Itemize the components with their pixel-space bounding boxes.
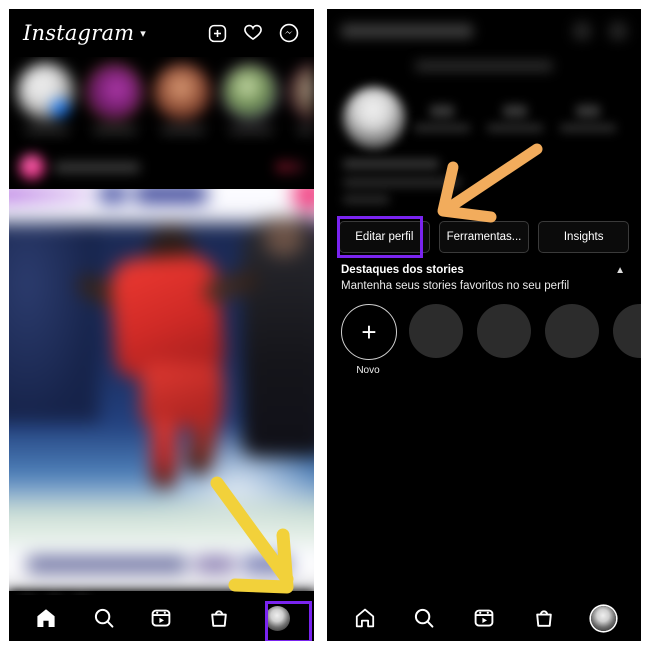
profile-username[interactable] [341, 24, 473, 38]
right-phone-panel: Editar perfil Ferramentas... Insights De… [327, 9, 641, 641]
profile-subheader [327, 55, 641, 77]
instagram-app-header: Instagram ▾ [9, 9, 314, 57]
yellow-arrow-annotation [210, 476, 294, 594]
story-label [93, 127, 137, 134]
shop-icon [211, 610, 228, 627]
plus-icon[interactable]: + [341, 304, 397, 360]
nav-home-tab[interactable] [343, 600, 387, 636]
new-highlight-item[interactable]: + Novo [341, 304, 397, 376]
post-author-avatar[interactable] [19, 154, 45, 180]
nav-reels-tab[interactable] [139, 600, 183, 636]
profile-bio-line-2 [343, 195, 389, 204]
search-icon [415, 608, 434, 628]
story-item[interactable] [289, 63, 314, 134]
stat-posts[interactable] [413, 104, 470, 132]
post-header[interactable] [9, 145, 314, 189]
story-avatar [85, 63, 143, 121]
new-highlight-label: Novo [356, 365, 380, 376]
story-highlights-title: Destaques dos stories [341, 264, 464, 276]
profile-avatar-icon[interactable] [590, 605, 616, 631]
right-bottom-nav[interactable] [327, 595, 641, 641]
story-label [229, 127, 273, 134]
home-icon [355, 608, 374, 628]
highlight-placeholder[interactable] [477, 304, 531, 358]
profile-stats [405, 104, 625, 132]
shop-icon [535, 610, 552, 627]
post-author-name [54, 162, 140, 172]
search-icon [94, 608, 114, 628]
header-icon-group [207, 22, 300, 44]
highlight-placeholder[interactable] [613, 304, 641, 358]
screenshot-stage: Instagram ▾ Editar perfil Ferramentas...… [0, 0, 650, 650]
reels-icon [474, 609, 494, 627]
add-icon[interactable] [573, 22, 591, 40]
nav-search-tab[interactable] [82, 600, 126, 636]
profile-header-icons [573, 22, 627, 40]
activity-heart-icon[interactable] [242, 22, 264, 44]
nav-reels-tab[interactable] [462, 600, 506, 636]
edit-profile-highlight-box [337, 216, 423, 258]
orange-arrow-annotation [437, 143, 543, 223]
story-avatar [289, 63, 314, 121]
chevron-down-icon[interactable]: ▾ [140, 27, 146, 40]
story-avatar [153, 63, 211, 121]
story-avatar [17, 63, 75, 121]
story-label [25, 127, 69, 134]
stat-following[interactable] [560, 104, 617, 132]
story-label [297, 127, 314, 134]
new-post-icon[interactable] [207, 23, 228, 44]
story-item[interactable] [17, 63, 77, 134]
story-item[interactable] [153, 63, 213, 134]
instagram-logo[interactable]: Instagram ▾ [23, 21, 146, 45]
home-icon [37, 609, 55, 627]
story-item[interactable] [221, 63, 281, 134]
nav-search-tab[interactable] [402, 600, 446, 636]
left-phone-panel: Instagram ▾ [9, 9, 314, 641]
highlight-placeholder[interactable] [545, 304, 599, 358]
highlight-placeholder[interactable] [409, 304, 463, 358]
story-avatar [221, 63, 279, 121]
insights-button[interactable]: Insights [538, 221, 630, 253]
messenger-icon[interactable] [278, 22, 300, 44]
story-label [161, 127, 205, 134]
post-more-options-icon[interactable] [276, 161, 304, 173]
instagram-logo-text: Instagram [23, 21, 135, 45]
profile-tab-highlight-box [265, 601, 312, 641]
nav-home-tab[interactable] [24, 600, 68, 636]
post-banner-top [9, 189, 314, 223]
story-highlights-section: Destaques dos stories ▲ Mantenha seus st… [341, 264, 641, 376]
nav-profile-tab[interactable] [581, 600, 625, 636]
story-highlights-subtitle: Mantenha seus stories favoritos no seu p… [341, 280, 570, 292]
story-highlights-row: + Novo [341, 304, 641, 376]
stat-followers[interactable] [486, 104, 543, 132]
chevron-up-icon[interactable]: ▲ [615, 265, 629, 276]
menu-icon[interactable] [609, 22, 627, 40]
story-item[interactable] [85, 63, 145, 134]
stories-rail[interactable] [9, 57, 314, 145]
profile-avatar[interactable] [343, 87, 405, 149]
reels-icon [152, 609, 171, 627]
story-highlights-header: Destaques dos stories ▲ [341, 264, 629, 276]
profile-header [327, 9, 641, 53]
nav-shop-tab[interactable] [522, 600, 566, 636]
